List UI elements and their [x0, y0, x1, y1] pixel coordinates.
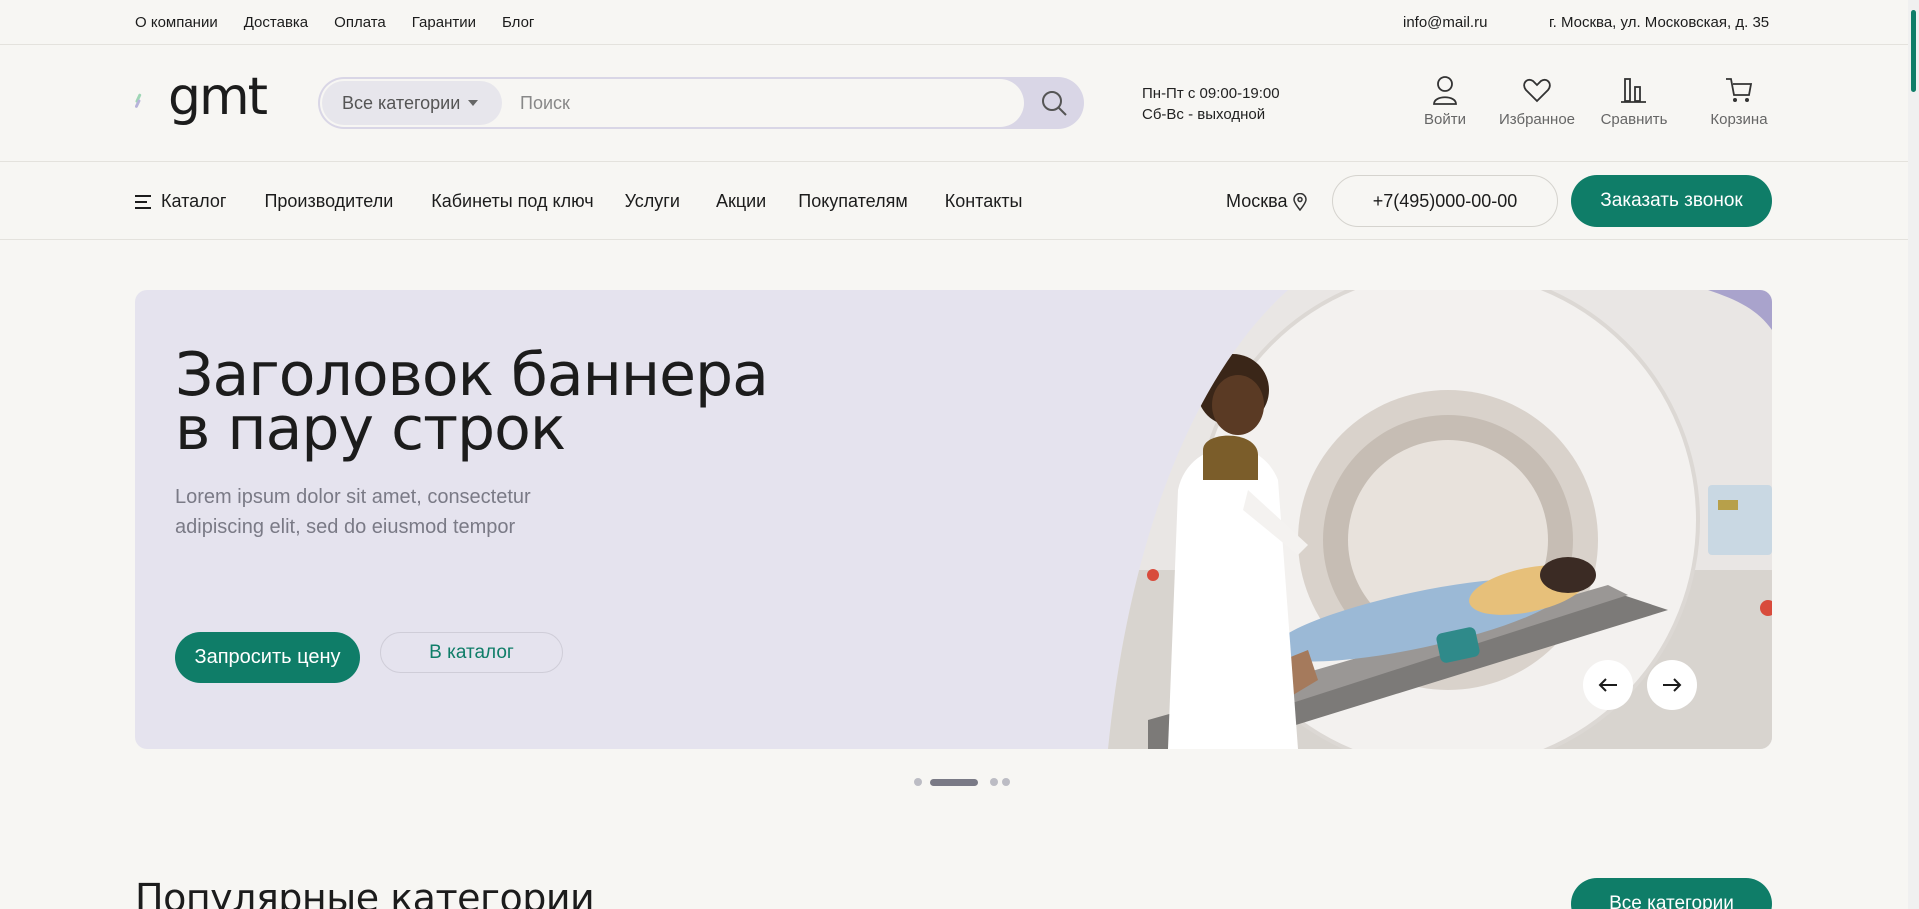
nav-item-manufacturers[interactable]: Производители — [264, 191, 393, 212]
banner-title-line2: в пару строк — [175, 394, 566, 464]
city-label: Москва — [1226, 191, 1288, 211]
hours-weekdays: Пн-Пт с 09:00-19:00 — [1142, 85, 1280, 102]
cart-icon — [1726, 78, 1753, 102]
menu-icon — [135, 194, 151, 209]
main-nav: Каталог Производители Кабинеты под ключ … — [0, 163, 1908, 240]
favorites-button[interactable]: Избранное — [1487, 75, 1587, 128]
nav-item-customers[interactable]: Покупателям — [798, 191, 907, 212]
top-links: О компании Доставка Оплата Гарантии Блог — [135, 14, 534, 31]
next-slide-button[interactable] — [1647, 660, 1697, 710]
header: gmt Все категории Пн-Пт с 09:00-19:00 Сб… — [0, 45, 1908, 162]
login-button[interactable]: Войти — [1405, 75, 1485, 128]
favorites-label: Избранное — [1498, 111, 1576, 128]
top-link-about[interactable]: О компании — [135, 14, 218, 31]
header-actions: Войти Избранное Сравнить Корзина — [1405, 75, 1779, 128]
prev-slide-button[interactable] — [1583, 660, 1633, 710]
email-link[interactable]: info@mail.ru — [1403, 14, 1487, 31]
banner-title: Заголовок баннера в пару строк — [175, 345, 769, 459]
cart-label: Корзина — [1710, 111, 1768, 128]
phone-button[interactable]: +7(495)000-00-00 — [1332, 175, 1558, 227]
compare-label: Сравнить — [1600, 111, 1668, 128]
compare-button[interactable]: Сравнить — [1589, 75, 1679, 128]
top-link-payment[interactable]: Оплата — [334, 14, 386, 31]
top-link-guarantees[interactable]: Гарантии — [412, 14, 476, 31]
arrow-left-icon — [1598, 678, 1617, 692]
nav-item-contacts[interactable]: Контакты — [945, 191, 1023, 212]
banner-text: Lorem ipsum dolor sit amet, consectetur … — [175, 482, 595, 542]
hours-weekend: Сб-Вс - выходной — [1142, 106, 1266, 123]
arrow-right-icon — [1663, 678, 1682, 692]
top-link-blog[interactable]: Блог — [502, 14, 534, 31]
order-call-button[interactable]: Заказать звонок — [1571, 175, 1772, 227]
scrollbar[interactable] — [1908, 0, 1919, 909]
nav-items: Каталог Производители Кабинеты под ключ … — [135, 191, 1022, 212]
category-select-label: Все категории — [342, 92, 461, 113]
all-categories-button[interactable]: Все категории — [1571, 878, 1772, 909]
nav-item-promotions[interactable]: Акции — [716, 191, 766, 212]
working-hours: Пн-Пт с 09:00-19:00 Сб-Вс - выходной — [1142, 83, 1280, 125]
slider-dot-1[interactable] — [914, 778, 922, 786]
login-label: Войти — [1424, 111, 1466, 128]
caret-down-icon — [468, 100, 479, 106]
popular-categories-title: Популярные категории — [135, 876, 595, 909]
catalog-menu-button[interactable]: Каталог — [135, 191, 226, 212]
slider-dots — [914, 778, 1010, 786]
banner-text-line2: adipiscing elit, sed do eiusmod tempor — [175, 516, 516, 538]
nav-item-turnkey-rooms[interactable]: Кабинеты под ключ — [431, 191, 593, 212]
catalog-label: Каталог — [161, 191, 227, 211]
request-price-button[interactable]: Запросить цену — [175, 632, 360, 683]
scrollbar-thumb[interactable] — [1911, 10, 1916, 92]
slider-dot-2[interactable] — [930, 778, 978, 786]
cart-button[interactable]: Корзина — [1699, 75, 1779, 128]
hero-banner: Заголовок баннера в пару строк Lorem ips… — [135, 290, 1772, 749]
heart-icon — [1523, 78, 1551, 103]
search-input[interactable] — [520, 89, 1010, 117]
top-link-delivery[interactable]: Доставка — [244, 14, 308, 31]
city-selector[interactable]: Москва — [1226, 191, 1308, 212]
address-text: г. Москва, ул. Московская, д. 35 — [1549, 14, 1770, 31]
top-bar: О компании Доставка Оплата Гарантии Блог… — [0, 0, 1908, 45]
search-bar: Все категории — [318, 77, 1084, 129]
slider-dot-3[interactable] — [990, 778, 998, 786]
compare-icon — [1621, 78, 1646, 103]
banner-text-line1: Lorem ipsum dolor sit amet, consectetur — [175, 486, 531, 508]
search-icon — [1042, 91, 1067, 116]
search-button[interactable] — [1028, 81, 1080, 125]
search-field-wrap: Все категории — [320, 79, 1024, 127]
user-icon — [1433, 76, 1457, 105]
category-select[interactable]: Все категории — [322, 81, 502, 125]
slider-dot-4[interactable] — [1002, 778, 1010, 786]
to-catalog-button[interactable]: В каталог — [380, 632, 563, 673]
nav-item-services[interactable]: Услуги — [625, 191, 680, 212]
logo-text[interactable]: gmt — [168, 67, 268, 127]
location-pin-icon — [1293, 192, 1308, 211]
